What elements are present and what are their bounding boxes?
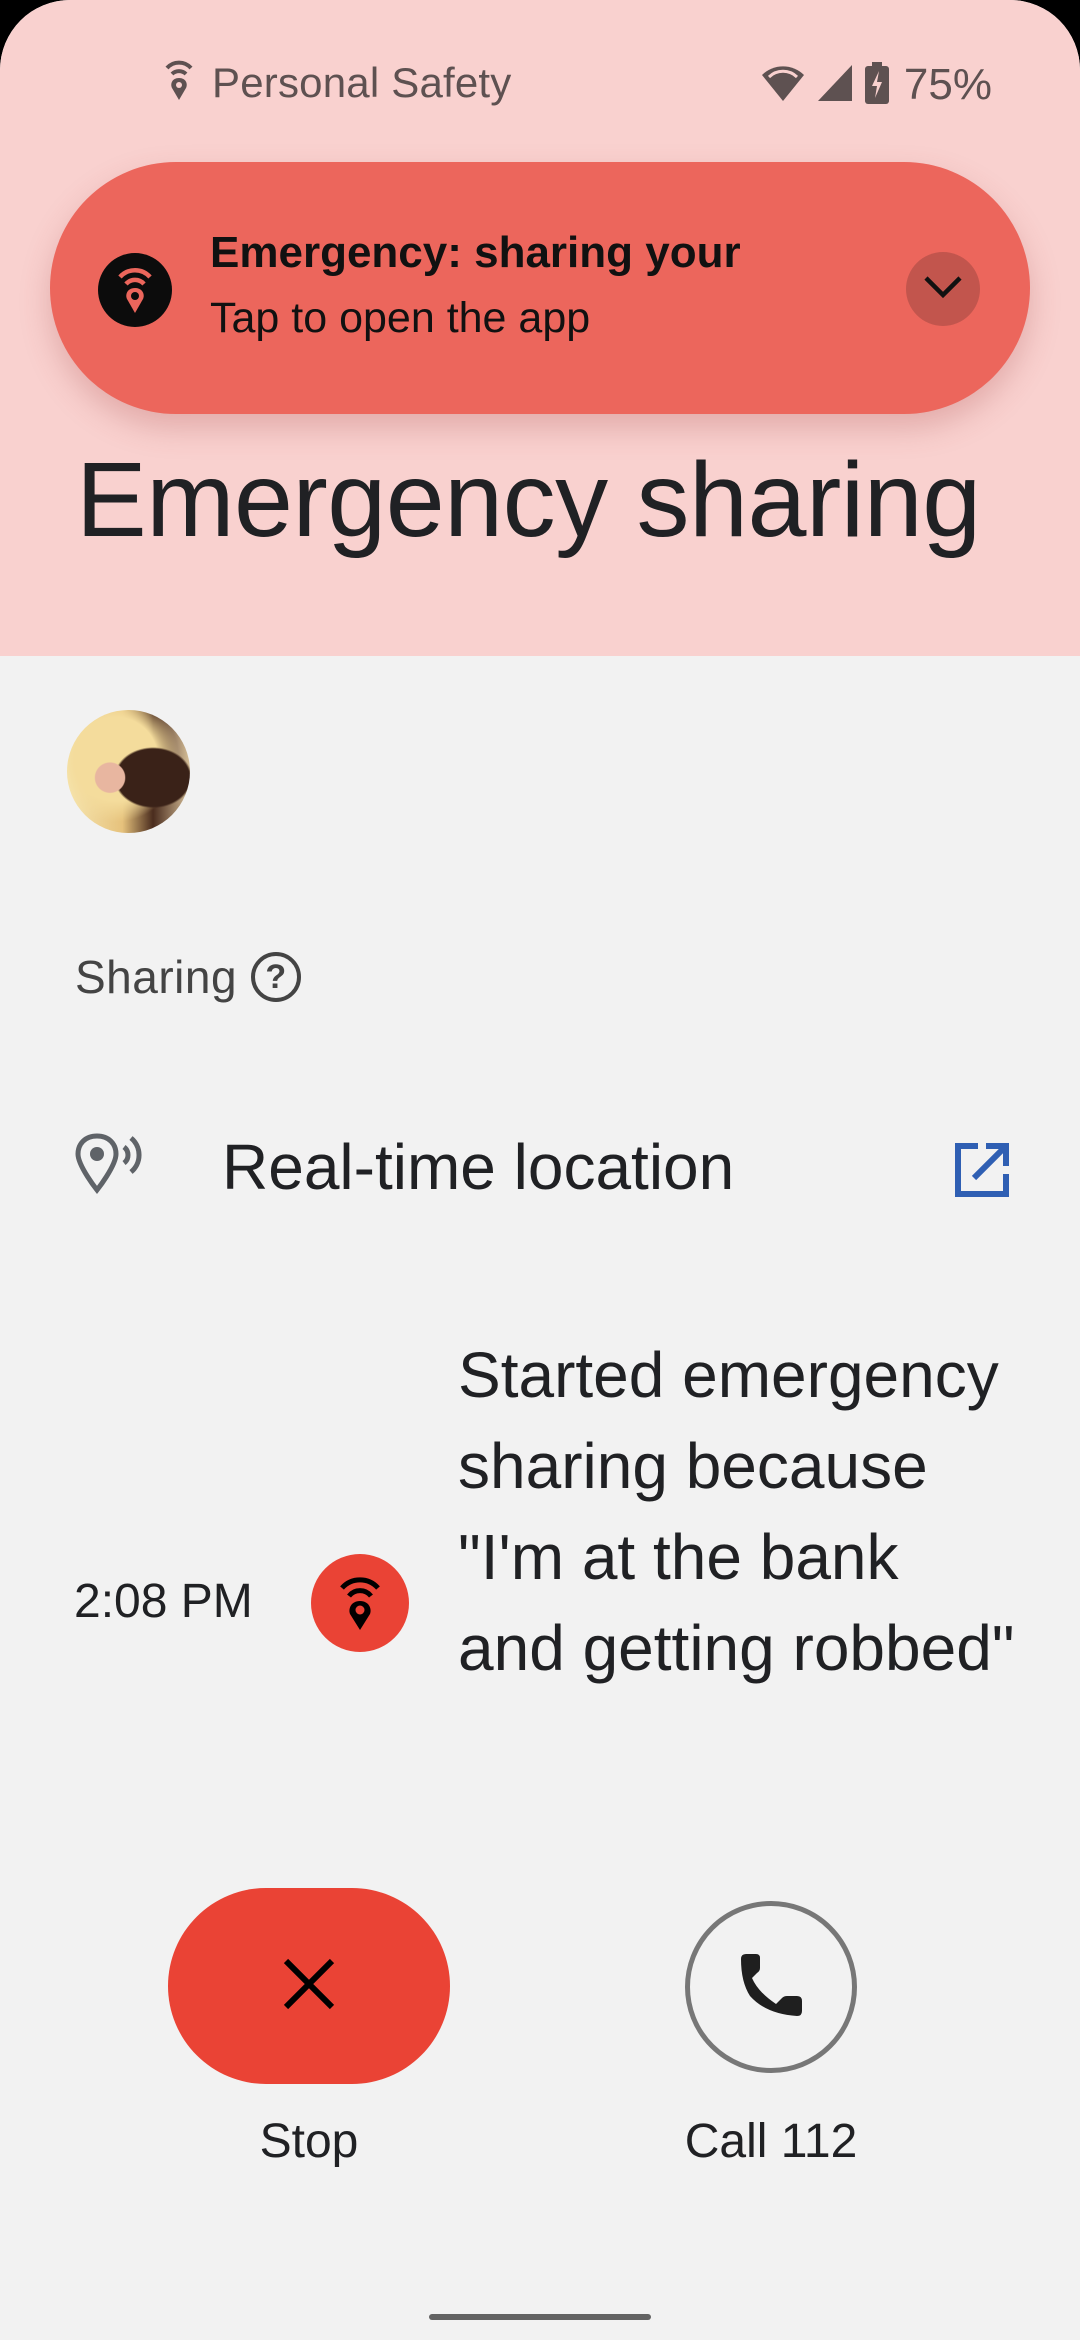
location-pin-broadcast-icon [75,1130,145,1201]
call-label: Call 112 [684,2115,858,2168]
notification-subtitle: Tap to open the app [210,294,591,342]
emergency-sharing-icon [311,1554,409,1652]
battery-charging-icon [864,61,890,109]
screen: Personal Safety 75% Emergency: sharing y… [0,0,1080,2340]
open-external-icon[interactable] [952,1140,1012,1205]
notification-expand-button[interactable] [906,252,980,326]
avatar [67,710,190,833]
event-text-container: Started emergency sharing because "I'm a… [458,1330,1018,1862]
status-app-name: Personal Safety [212,58,512,106]
personal-safety-icon [164,58,194,107]
status-bar-right: 75% [760,60,992,110]
sharing-item-real-time-location[interactable]: Real-time location [0,1120,1080,1210]
sharing-section-header: Sharing ? [75,950,302,1004]
stop-button[interactable] [168,1888,450,2084]
chevron-down-icon [923,274,963,305]
event-time: 2:08 PM [74,1575,253,1628]
status-bar-left: Personal Safety [164,58,512,107]
sharing-item-label: Real-time location [222,1131,735,1203]
status-bar: Personal Safety 75% [0,50,1080,120]
event-text: Started emergency sharing because "I'm a… [458,1339,1015,1684]
emergency-sharing-icon [98,253,172,327]
help-icon[interactable]: ? [251,952,302,1002]
home-indicator[interactable] [429,2314,651,2320]
close-icon [283,1958,335,2015]
phone-icon [736,1950,806,2025]
emergency-notification[interactable]: Emergency: sharing your Tap to open the … [50,162,1030,414]
call-emergency-button[interactable] [685,1901,857,2073]
notification-title: Emergency: sharing your [210,228,741,277]
wifi-icon [760,63,806,108]
cellular-signal-icon [816,63,854,108]
battery-percent: 75% [903,60,992,109]
stop-label: Stop [259,2115,359,2168]
page-title: Emergency sharing [76,441,981,559]
sharing-label: Sharing [75,951,238,1003]
